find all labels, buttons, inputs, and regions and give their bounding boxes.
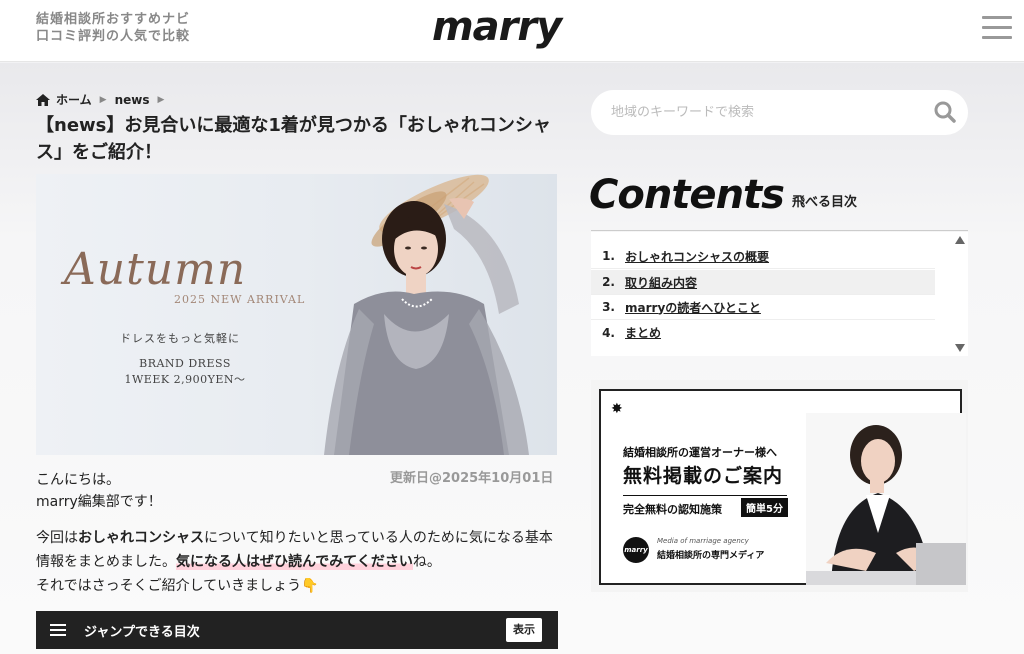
chevron-right-icon: ▶	[99, 94, 107, 105]
hero-autumn-text: Autumn	[64, 244, 247, 295]
sidebar-toc: 1. おしゃれコンシャスの概要 2. 取り組み内容 3. marryの読者へひと…	[591, 232, 968, 356]
jump-toc-bar[interactable]: ジャンプできる目次 表示	[36, 611, 558, 649]
toc-item-1[interactable]: 1. おしゃれコンシャスの概要	[591, 244, 935, 269]
banner-title: 無料掲載のご案内	[623, 465, 784, 487]
sparkle-icon: ✸	[611, 401, 623, 417]
toc-link[interactable]: まとめ	[625, 324, 661, 341]
tagline-line1: 結婚相談所おすすめナビ	[36, 12, 191, 27]
jump-toc-label: ジャンプできる目次	[84, 624, 200, 640]
contents-heading: Contents 飛べる目次	[589, 172, 857, 218]
site-tagline[interactable]: 結婚相談所おすすめナビ 口コミ評判の人気で比較	[36, 11, 190, 45]
banner-frame: ✸ 結婚相談所の運営オーナー様へ 無料掲載のご案内 完全無料の認知施策 簡単5分…	[599, 389, 966, 585]
banner-logo: marry	[623, 537, 649, 563]
contents-subtitle: 飛べる目次	[791, 195, 857, 210]
hero-arrival-text: 2025 NEW ARRIVAL	[174, 293, 306, 306]
toc-num: 3.	[602, 300, 615, 314]
body-bold: おしゃれコンシャス	[78, 530, 204, 546]
body-highlight: 気になる人はぜひ読んでみてください	[176, 554, 413, 570]
list-icon	[50, 621, 66, 639]
hero-image: Autumn 2025 NEW ARRIVAL ドレスをもっと気軽に BRAND…	[36, 174, 557, 455]
breadcrumb: ホーム ▶ news ▶	[36, 91, 166, 108]
breadcrumb-home[interactable]: ホーム	[56, 91, 92, 108]
toc-link[interactable]: おしゃれコンシャスの概要	[625, 248, 769, 265]
hero-brand: BRAND DRESS 1WEEK 2,900YEN〜	[120, 356, 250, 388]
toc-show-button[interactable]: 表示	[506, 618, 542, 642]
toc-item-2[interactable]: 2. 取り組み内容	[591, 270, 935, 295]
banner-media: 結婚相談所の専門メディア	[657, 551, 765, 561]
toc-item-4[interactable]: 4. まとめ	[591, 320, 935, 345]
search-box	[591, 90, 968, 135]
banner-free-text: 完全無料の認知施策	[623, 503, 722, 516]
toc-num: 2.	[602, 275, 615, 289]
hero-brand-line1: BRAND DRESS	[139, 357, 231, 370]
toc-item-3[interactable]: 3. marryの読者へひとこと	[591, 295, 935, 320]
model-photo	[324, 174, 529, 455]
site-logo[interactable]: marry	[432, 4, 562, 50]
toc-link[interactable]: marryの読者へひとこと	[625, 299, 761, 316]
toc-num: 1.	[602, 249, 615, 263]
intro-text: こんにちは。 marry編集部です！	[36, 469, 162, 513]
chevron-right-icon: ▶	[157, 94, 165, 105]
greeting: こんにちは。	[36, 472, 120, 488]
toc-link[interactable]: 取り組み内容	[625, 274, 697, 291]
banner-divider	[623, 495, 787, 496]
site-header: 結婚相談所おすすめナビ 口コミ評判の人気で比較 marry	[0, 0, 1024, 62]
search-icon[interactable]	[934, 101, 956, 123]
hero-copy: ドレスをもっと気軽に	[120, 332, 240, 345]
editor-line: marry編集部です！	[36, 494, 162, 510]
breadcrumb-news[interactable]: news	[115, 93, 150, 107]
scroll-up-icon[interactable]	[955, 236, 965, 244]
hero-brand-line2: 1WEEK 2,900YEN〜	[124, 373, 246, 386]
menu-icon[interactable]	[982, 16, 1012, 40]
scroll-down-icon[interactable]	[955, 344, 965, 352]
article-body: 今回はおしゃれコンシャスについて知りたいと思っている人のために気になる基本情報を…	[36, 526, 566, 598]
businesswoman-photo	[806, 413, 966, 585]
tagline-line2: 口コミ評判の人気で比較	[36, 29, 191, 44]
search-input[interactable]	[611, 90, 911, 135]
body-end: ね。	[412, 554, 441, 570]
toc-num: 4.	[602, 325, 615, 340]
home-icon	[36, 93, 50, 106]
banner-media-en: Media of marriage agency	[657, 537, 749, 545]
body-line3: それではさっそくご紹介していきましょう👇	[36, 578, 319, 594]
contents-divider	[591, 230, 968, 231]
contents-title: Contents	[589, 172, 785, 218]
listing-banner[interactable]: ✸ 結婚相談所の運営オーナー様へ 無料掲載のご案内 完全無料の認知施策 簡単5分…	[591, 380, 968, 592]
banner-subtitle: 結婚相談所の運営オーナー様へ	[623, 446, 777, 459]
article-title: 【news】お見合いに最適な1着が見つかる「おしゃれコンシャス」をご紹介！	[36, 115, 551, 163]
body-pre: 今回は	[36, 530, 78, 546]
banner-badge: 簡単5分	[741, 498, 788, 517]
updated-date: 更新日@2025年10月01日	[390, 471, 554, 486]
